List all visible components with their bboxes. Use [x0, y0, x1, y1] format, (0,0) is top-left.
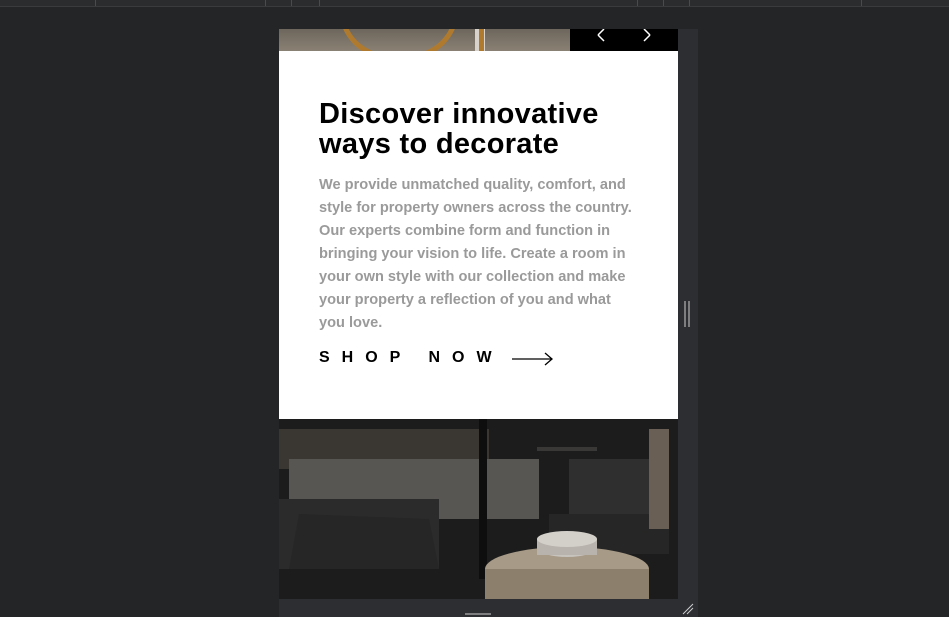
toolbar-segment[interactable] — [664, 0, 690, 6]
toolbar-segment[interactable] — [638, 0, 664, 6]
resize-handle-horizontal-icon[interactable] — [465, 605, 491, 615]
resize-corner-icon[interactable] — [681, 601, 695, 615]
description-text: We provide unmatched quality, comfort, a… — [319, 177, 632, 331]
shop-now-link[interactable]: SHOP NOW — [319, 348, 554, 368]
content-card: Discover innovative ways to decorate We … — [279, 51, 678, 419]
toolbar-segment[interactable] — [690, 0, 862, 6]
devtools-toolbar — [0, 0, 949, 7]
angle-right-icon[interactable] — [638, 29, 664, 51]
hero-image — [279, 29, 678, 51]
toolbar-segment[interactable] — [0, 0, 96, 6]
furniture-photo — [279, 419, 678, 599]
page-viewport: Discover innovative ways to decorate We … — [279, 29, 678, 599]
toolbar-segment[interactable] — [292, 0, 320, 6]
arrow-right-icon — [511, 351, 554, 366]
slider-navigation — [570, 29, 678, 51]
hero-chair-shape — [339, 29, 459, 51]
shop-now-label: SHOP NOW — [319, 349, 504, 366]
resize-handle-vertical-icon[interactable] — [684, 301, 690, 327]
device-frame: Discover innovative ways to decorate We … — [279, 29, 698, 617]
page-title: Discover innovative ways to decorate — [319, 98, 599, 160]
toolbar-segment[interactable] — [266, 0, 292, 6]
toolbar-segment[interactable] — [96, 0, 266, 6]
angle-left-icon[interactable] — [584, 29, 610, 51]
toolbar-segment[interactable] — [320, 0, 638, 6]
hero-chair-leg-shape — [479, 29, 539, 51]
